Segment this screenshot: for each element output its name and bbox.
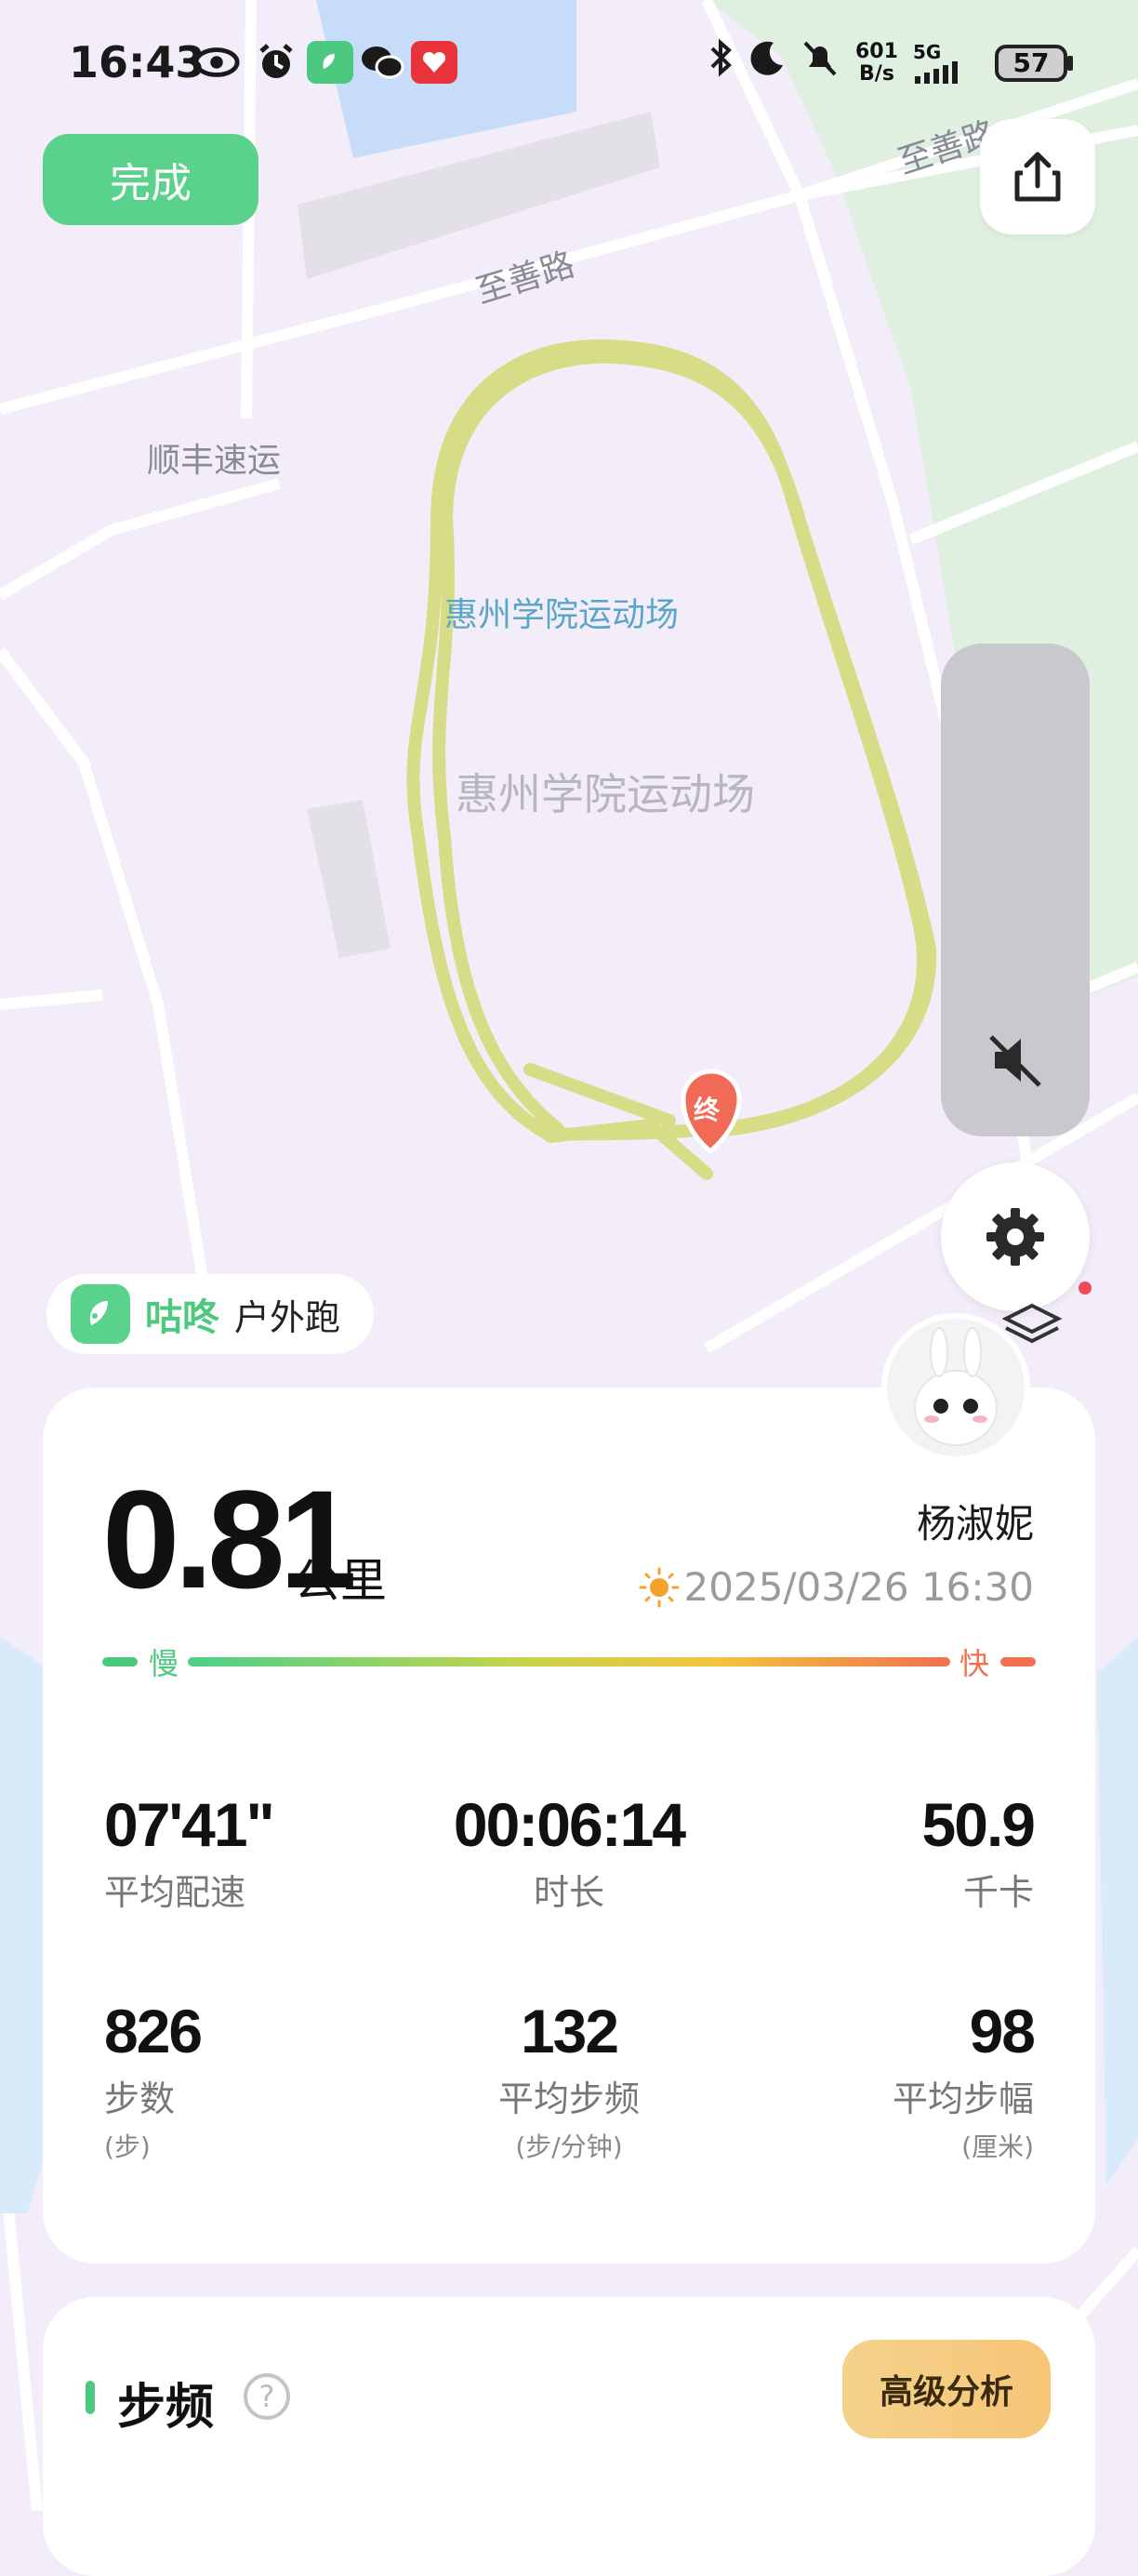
stat-value: 132: [520, 1997, 619, 2065]
stat-unit: (厘米): [961, 2131, 1034, 2162]
codoon-logo-icon: [71, 1284, 130, 1344]
share-icon: [1014, 152, 1061, 202]
poi-label: 顺丰速运: [147, 442, 282, 480]
venue-label-large: 惠州学院运动场: [456, 769, 755, 819]
battery-indicator: 57: [995, 45, 1067, 82]
share-button[interactable]: [980, 119, 1095, 234]
network-speed-unit: B/s: [859, 62, 894, 86]
voice-mute-button[interactable]: [976, 1023, 1056, 1097]
advanced-analysis-button[interactable]: 高级分析: [842, 2340, 1051, 2438]
pace-legend-slow-label: 慢: [149, 1646, 179, 1681]
network-speed: 601 B/s: [855, 41, 898, 86]
stat-avg-stride: 98 平均步幅 (厘米): [699, 1996, 1036, 2164]
stat-label: 平均配速: [104, 1872, 246, 1913]
stat-label: 时长: [533, 1872, 604, 1913]
username: 杨淑妮: [916, 1501, 1034, 1547]
pace-legend-fast-label: 快: [959, 1646, 989, 1681]
stat-label: 千卡: [962, 1872, 1034, 1913]
speaker-muted-icon: [989, 1035, 1041, 1087]
avatar[interactable]: [881, 1313, 1030, 1462]
stat-steps: 826 步数 (步): [104, 1996, 439, 2164]
stat-avg-pace: 07'41" 平均配速: [104, 1789, 439, 1915]
stat-calories: 50.9 千卡: [699, 1789, 1036, 1915]
help-icon[interactable]: ?: [244, 2373, 290, 2420]
stat-label: 步数: [104, 2078, 176, 2119]
moon-icon: [748, 37, 787, 87]
stat-unit: (步): [104, 2131, 151, 2162]
pace-legend-fast-dash: [1000, 1657, 1036, 1666]
stat-duration: 00:06:14 时长: [402, 1789, 736, 1915]
section-accent-bar: [86, 2381, 95, 2414]
stat-value: 98: [969, 1997, 1036, 2065]
pace-gradient-bar: [188, 1657, 950, 1666]
stat-label: 平均步频: [497, 2078, 640, 2119]
activity-type: 户外跑: [234, 1296, 341, 1338]
stat-value: 07'41": [104, 1790, 275, 1859]
status-time: 16:43: [69, 37, 205, 87]
stat-value: 00:06:14: [453, 1790, 686, 1859]
workout-datetime: 2025/03/26 16:30: [683, 1564, 1034, 1610]
distance-unit: 公里: [294, 1554, 387, 1608]
battery-tip: [1067, 56, 1073, 71]
cadence-section-title: 步频: [117, 2380, 215, 2436]
gear-icon: [986, 1208, 1044, 1266]
end-marker-label: 终: [694, 1095, 721, 1125]
done-button[interactable]: 完成: [43, 134, 258, 225]
stat-label: 平均步幅: [892, 2078, 1034, 2119]
bluetooth-icon: [708, 37, 734, 87]
venue-label: 惠州学院运动场: [444, 596, 680, 634]
pace-legend-slow-dash: [102, 1657, 138, 1666]
sunny-weather-icon: [639, 1567, 680, 1608]
pace-color-legend: 慢 快: [102, 1646, 1036, 1681]
activity-brand-pill: 咕咚 户外跑: [46, 1274, 375, 1354]
app-notification-icon-red: [411, 41, 457, 84]
stat-unit: (步/分钟): [515, 2131, 623, 2162]
stat-value: 826: [104, 1997, 203, 2065]
settings-button[interactable]: [941, 1162, 1090, 1311]
stat-value: 50.9: [921, 1790, 1036, 1859]
network-type: 5G: [913, 41, 942, 63]
status-bar: 16:43 601 B/s 5G 57: [0, 0, 1138, 130]
network-speed-value: 601: [855, 40, 898, 63]
alarm-icon: [253, 41, 299, 84]
mute-bell-icon: [800, 37, 840, 87]
eye-icon: [193, 41, 240, 84]
brand-name: 咕咚: [145, 1296, 219, 1339]
signal-icon: [915, 61, 980, 87]
notification-dot: [1078, 1281, 1092, 1295]
wechat-icon: [359, 41, 405, 84]
app-notification-icon: [307, 41, 353, 84]
stat-avg-cadence: 132 平均步频 (步/分钟): [402, 1996, 736, 2164]
